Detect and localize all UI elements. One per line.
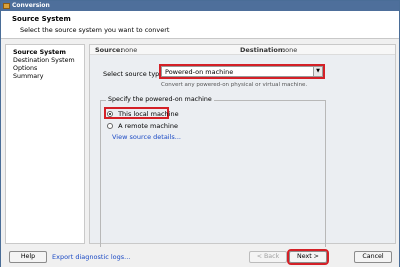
sidebar-item-options[interactable]: Options <box>13 65 37 72</box>
view-source-details-link[interactable]: View source details... <box>112 133 181 141</box>
app-icon <box>3 3 10 9</box>
source-destination-row: Source: none Destination: none <box>90 45 395 55</box>
source-type-hint: Convert any powered-on physical or virtu… <box>161 82 308 88</box>
radio-this-local-machine[interactable]: This local machine <box>107 110 179 119</box>
radio-unchecked-icon[interactable] <box>107 123 113 129</box>
chevron-down-icon[interactable]: ▼ <box>313 67 322 76</box>
page-title: Source System <box>12 15 71 23</box>
powered-on-machine-group: Specify the powered-on machine This loca… <box>100 96 326 248</box>
page-subtitle: Select the source system you want to con… <box>20 26 170 34</box>
page-header: Source System Select the source system y… <box>1 11 399 39</box>
source-type-label: Select source type: <box>103 70 166 78</box>
wizard-steps-sidebar: Source System Destination System Options… <box>5 44 85 244</box>
radio-label-remote: A remote machine <box>118 122 178 130</box>
help-button[interactable]: Help <box>9 251 47 263</box>
source-type-selected-value: Powered-on machine <box>165 68 234 76</box>
next-button[interactable]: Next > <box>287 249 329 265</box>
radio-checked-icon[interactable] <box>107 111 113 117</box>
radio-label-local: This local machine <box>118 110 179 118</box>
sidebar-item-summary[interactable]: Summary <box>13 73 43 80</box>
destination-label: Destination: <box>240 46 286 54</box>
wizard-footer: Help Export diagnostic logs... < Back Ne… <box>1 247 399 267</box>
source-type-select[interactable]: Powered-on machine ▼ <box>159 64 325 79</box>
cancel-button[interactable]: Cancel <box>354 251 392 263</box>
title-bar: Conversion <box>1 1 399 11</box>
source-value: none <box>121 46 138 54</box>
source-label: Source: <box>95 46 123 54</box>
export-diagnostic-logs-link[interactable]: Export diagnostic logs... <box>52 253 130 261</box>
window-title: Conversion <box>12 2 50 9</box>
conversion-window: Conversion Source System Select the sour… <box>0 0 400 267</box>
sidebar-item-destination-system[interactable]: Destination System <box>13 57 75 64</box>
radio-remote-machine[interactable]: A remote machine <box>107 122 178 131</box>
destination-value: none <box>281 46 298 54</box>
group-legend: Specify the powered-on machine <box>106 96 214 103</box>
main-panel: Source: none Destination: none Select so… <box>89 44 396 248</box>
back-button[interactable]: < Back <box>249 251 287 263</box>
sidebar-item-source-system[interactable]: Source System <box>13 49 66 56</box>
